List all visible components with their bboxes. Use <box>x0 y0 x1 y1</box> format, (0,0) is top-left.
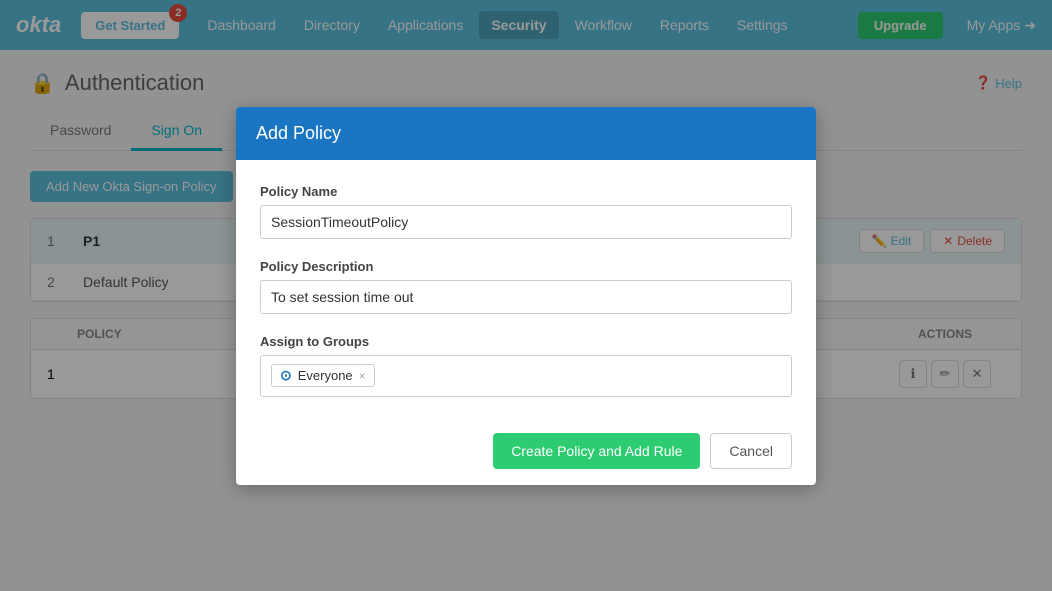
policy-description-input[interactable] <box>260 280 792 314</box>
policy-name-group: Policy Name <box>260 184 792 239</box>
policy-description-group: Policy Description <box>260 259 792 314</box>
group-tag-everyone: ⊙ Everyone × <box>271 364 375 387</box>
assign-groups-label: Assign to Groups <box>260 334 792 349</box>
modal-header: Add Policy <box>236 107 816 160</box>
cancel-button[interactable]: Cancel <box>710 433 792 469</box>
modal-footer: Create Policy and Add Rule Cancel <box>236 417 816 485</box>
group-icon: ⊙ <box>280 367 292 384</box>
assign-groups-group: Assign to Groups ⊙ Everyone × <box>260 334 792 397</box>
group-tag-label: Everyone <box>298 368 353 383</box>
policy-description-label: Policy Description <box>260 259 792 274</box>
create-policy-button[interactable]: Create Policy and Add Rule <box>493 433 700 469</box>
add-policy-modal: Add Policy Policy Name Policy Descriptio… <box>236 107 816 485</box>
policy-name-label: Policy Name <box>260 184 792 199</box>
policy-name-input[interactable] <box>260 205 792 239</box>
remove-group-icon[interactable]: × <box>359 369 366 383</box>
modal-body: Policy Name Policy Description Assign to… <box>236 160 816 397</box>
modal-overlay[interactable]: Add Policy Policy Name Policy Descriptio… <box>0 0 1052 591</box>
groups-input[interactable]: ⊙ Everyone × <box>260 355 792 397</box>
